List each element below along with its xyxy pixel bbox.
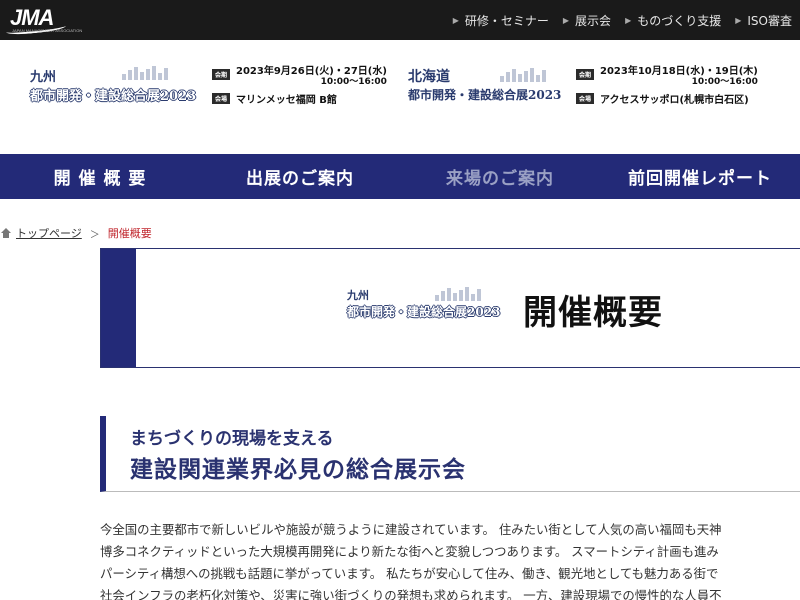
event-hokkaido-logo: 北海道 都市開発・建設総合展2023 bbox=[408, 66, 561, 103]
chevron-right-icon: ▶ bbox=[452, 16, 459, 25]
event-venue: アクセスサッポロ(札幌市白石区) bbox=[600, 95, 749, 106]
event-name: 都市開発・建設総合展2023 bbox=[347, 305, 501, 319]
breadcrumb: トップページ ＞ 開催概要 bbox=[0, 225, 152, 241]
top-bar: JMA JAPAN MANAGEMENT ASSOCIATION ▶ 研修・セミナ… bbox=[0, 0, 800, 40]
venue-tag: 会場 bbox=[212, 93, 231, 104]
event-name: 都市開発・建設総合展2023 bbox=[408, 88, 562, 102]
title-event-logo: 九州 都市開発・建設総合展2023 bbox=[347, 287, 500, 320]
event-time: 10:00〜16:00 bbox=[320, 77, 387, 87]
event-kyushu-info: 会期 2023年9月26日(火)・27日(水) 10:00〜16:00 会場 マリ… bbox=[212, 66, 387, 112]
skyline-icon bbox=[122, 66, 182, 80]
top-nav: ▶ 研修・セミナー ▶ 展示会 ▶ ものづくり支援 ▶ ISO審査 bbox=[453, 12, 792, 29]
event-hokkaido[interactable]: 北海道 都市開発・建設総合展2023 会期 2023年10月18日(水)・19日… bbox=[400, 40, 800, 152]
lead-heading: まちづくりの現場を支える 建設関連業界必見の総合展示会 bbox=[100, 416, 800, 492]
title-accent-bar bbox=[101, 249, 136, 367]
top-nav-iso[interactable]: ▶ ISO審査 bbox=[735, 12, 792, 29]
event-date: 2023年9月26日(火)・27日(水) bbox=[236, 66, 387, 77]
body-line: 博多コネクティッドといった大規模再開発により新たな街へと変貌しつつあります。 ス… bbox=[100, 544, 719, 559]
event-kyushu-logo: 九州 都市開発・建設総合展2023 bbox=[30, 66, 196, 104]
main-nav-exhibitor-info[interactable]: 出展のご案内 bbox=[200, 154, 400, 199]
logo-subtext: JAPAN MANAGEMENT ASSOCIATION bbox=[12, 28, 83, 33]
main-nav-overview[interactable]: 開 催 概 要 bbox=[0, 154, 200, 199]
top-nav-exhibition[interactable]: ▶ 展示会 bbox=[563, 12, 611, 29]
event-venue: マリンメッセ福岡 B館 bbox=[236, 95, 337, 106]
date-tag: 会期 bbox=[576, 69, 595, 80]
breadcrumb-home-link[interactable]: トップページ bbox=[16, 225, 82, 241]
home-icon bbox=[0, 227, 12, 239]
event-hokkaido-info: 会期 2023年10月18日(水)・19日(木) 10:00〜16:00 会場 ア… bbox=[576, 66, 758, 112]
venue-tag: 会場 bbox=[576, 93, 595, 104]
lead-main-heading: 建設関連業界必見の総合展示会 bbox=[130, 457, 466, 483]
event-kyushu[interactable]: 九州 都市開発・建設総合展2023 会期 2023年9月26日(火)・27日(水… bbox=[0, 40, 400, 152]
main-nav-previous-report[interactable]: 前回開催レポート bbox=[600, 154, 800, 199]
event-date: 2023年10月18日(水)・19日(木) bbox=[600, 66, 758, 77]
page-title: 開催概要 bbox=[523, 293, 663, 333]
body-line: パーシティ構想への挑戦も話題に挙がっています。 私たちが安心して住み、働き、観光… bbox=[100, 566, 719, 581]
top-nav-seminar[interactable]: ▶ 研修・セミナー bbox=[453, 12, 549, 29]
date-tag: 会期 bbox=[212, 69, 231, 80]
breadcrumb-separator: ＞ bbox=[89, 229, 100, 241]
body-text: 今全国の主要都市で新しいビルや施設が競うように建設されています。 住みたい街とし… bbox=[100, 519, 800, 600]
breadcrumb-current: 開催概要 bbox=[107, 227, 152, 240]
page-title-block: 九州 都市開発・建設総合展2023 開催概要 bbox=[100, 248, 800, 368]
event-name: 都市開発・建設総合展2023 bbox=[30, 89, 197, 104]
jma-logo[interactable]: JMA JAPAN MANAGEMENT ASSOCIATION bbox=[5, 5, 82, 37]
lead-subheading: まちづくりの現場を支える bbox=[130, 429, 334, 449]
chevron-right-icon: ▶ bbox=[735, 16, 742, 25]
skyline-icon bbox=[435, 287, 495, 301]
chevron-right-icon: ▶ bbox=[625, 16, 632, 25]
chevron-right-icon: ▶ bbox=[562, 16, 570, 25]
main-nav: 開 催 概 要 出展のご案内 来場のご案内 前回開催レポート bbox=[0, 154, 800, 199]
top-nav-monozukuri[interactable]: ▶ ものづくり支援 bbox=[625, 12, 721, 29]
body-line: 今全国の主要都市で新しいビルや施設が競うように建設されています。 住みたい街とし… bbox=[100, 522, 722, 537]
skyline-icon bbox=[500, 68, 560, 82]
body-line: 社会インフラの老朽化対策や、災害に強い街づくりの発想も求められます。 一方、建設… bbox=[100, 588, 722, 600]
main-nav-visitor-info[interactable]: 来場のご案内 bbox=[400, 154, 600, 199]
event-time: 10:00〜16:00 bbox=[691, 77, 758, 87]
